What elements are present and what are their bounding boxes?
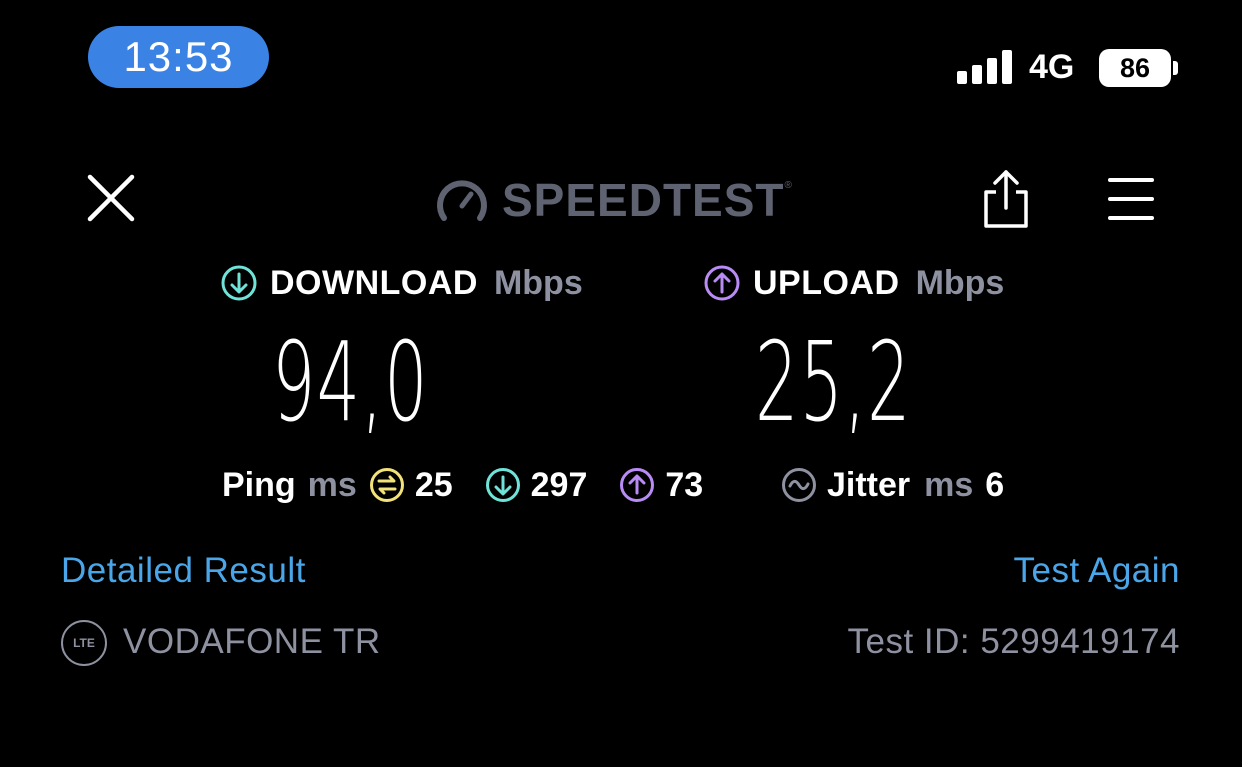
upload-label: UPLOAD [753, 263, 900, 302]
download-label: DOWNLOAD [270, 263, 478, 302]
test-again-link[interactable]: Test Again [1014, 551, 1181, 591]
ping-label: Ping [222, 465, 296, 504]
idle-latency-icon [369, 468, 404, 502]
ping-upload-value: 73 [665, 465, 704, 504]
brand-registered-mark: ® [784, 180, 792, 191]
test-id: Test ID: 5299419174 [847, 622, 1180, 661]
upload-header: UPLOAD Mbps [703, 262, 1004, 304]
close-icon [87, 174, 135, 222]
jitter-wave-icon [782, 468, 816, 502]
hamburger-menu-icon [1108, 178, 1154, 220]
cellular-signal-icon [957, 50, 1013, 84]
ping-idle-value: 25 [414, 465, 453, 504]
battery-icon: 86 [1099, 49, 1171, 87]
battery-nub [1173, 61, 1178, 75]
network-type: 4G [1029, 48, 1075, 86]
jitter-value: 6 [985, 465, 1005, 504]
jitter-label: Jitter [827, 465, 911, 504]
close-button[interactable] [86, 173, 136, 223]
upload-value: 25,2 [755, 318, 912, 446]
share-icon [984, 170, 1028, 228]
upload-latency-icon [620, 468, 655, 502]
menu-button[interactable] [1106, 176, 1156, 222]
speedtest-logo: SPEEDTEST ® [436, 172, 792, 228]
jitter-unit: ms [924, 465, 974, 504]
download-unit: Mbps [493, 263, 583, 302]
ping-download-value: 297 [530, 465, 588, 504]
download-latency-icon [485, 468, 520, 502]
share-button[interactable] [980, 168, 1032, 230]
ping-row: Ping ms 25 297 73 [222, 464, 703, 506]
status-time: 13:53 [88, 26, 269, 88]
download-arrow-icon [221, 265, 257, 301]
download-header: DOWNLOAD Mbps [220, 262, 583, 304]
lte-icon: LTE [61, 620, 107, 666]
upload-unit: Mbps [915, 263, 1005, 302]
speedometer-icon [437, 180, 487, 221]
download-value: 94,0 [272, 318, 429, 446]
ping-unit: ms [307, 465, 357, 504]
battery-level: 86 [1119, 52, 1151, 83]
brand-name: SPEEDTEST [502, 174, 785, 226]
upload-arrow-icon [704, 265, 740, 301]
provider-name: VODAFONE TR [123, 622, 381, 661]
detailed-result-link[interactable]: Detailed Result [61, 551, 306, 591]
jitter-row: Jitter ms 6 [781, 464, 1004, 506]
